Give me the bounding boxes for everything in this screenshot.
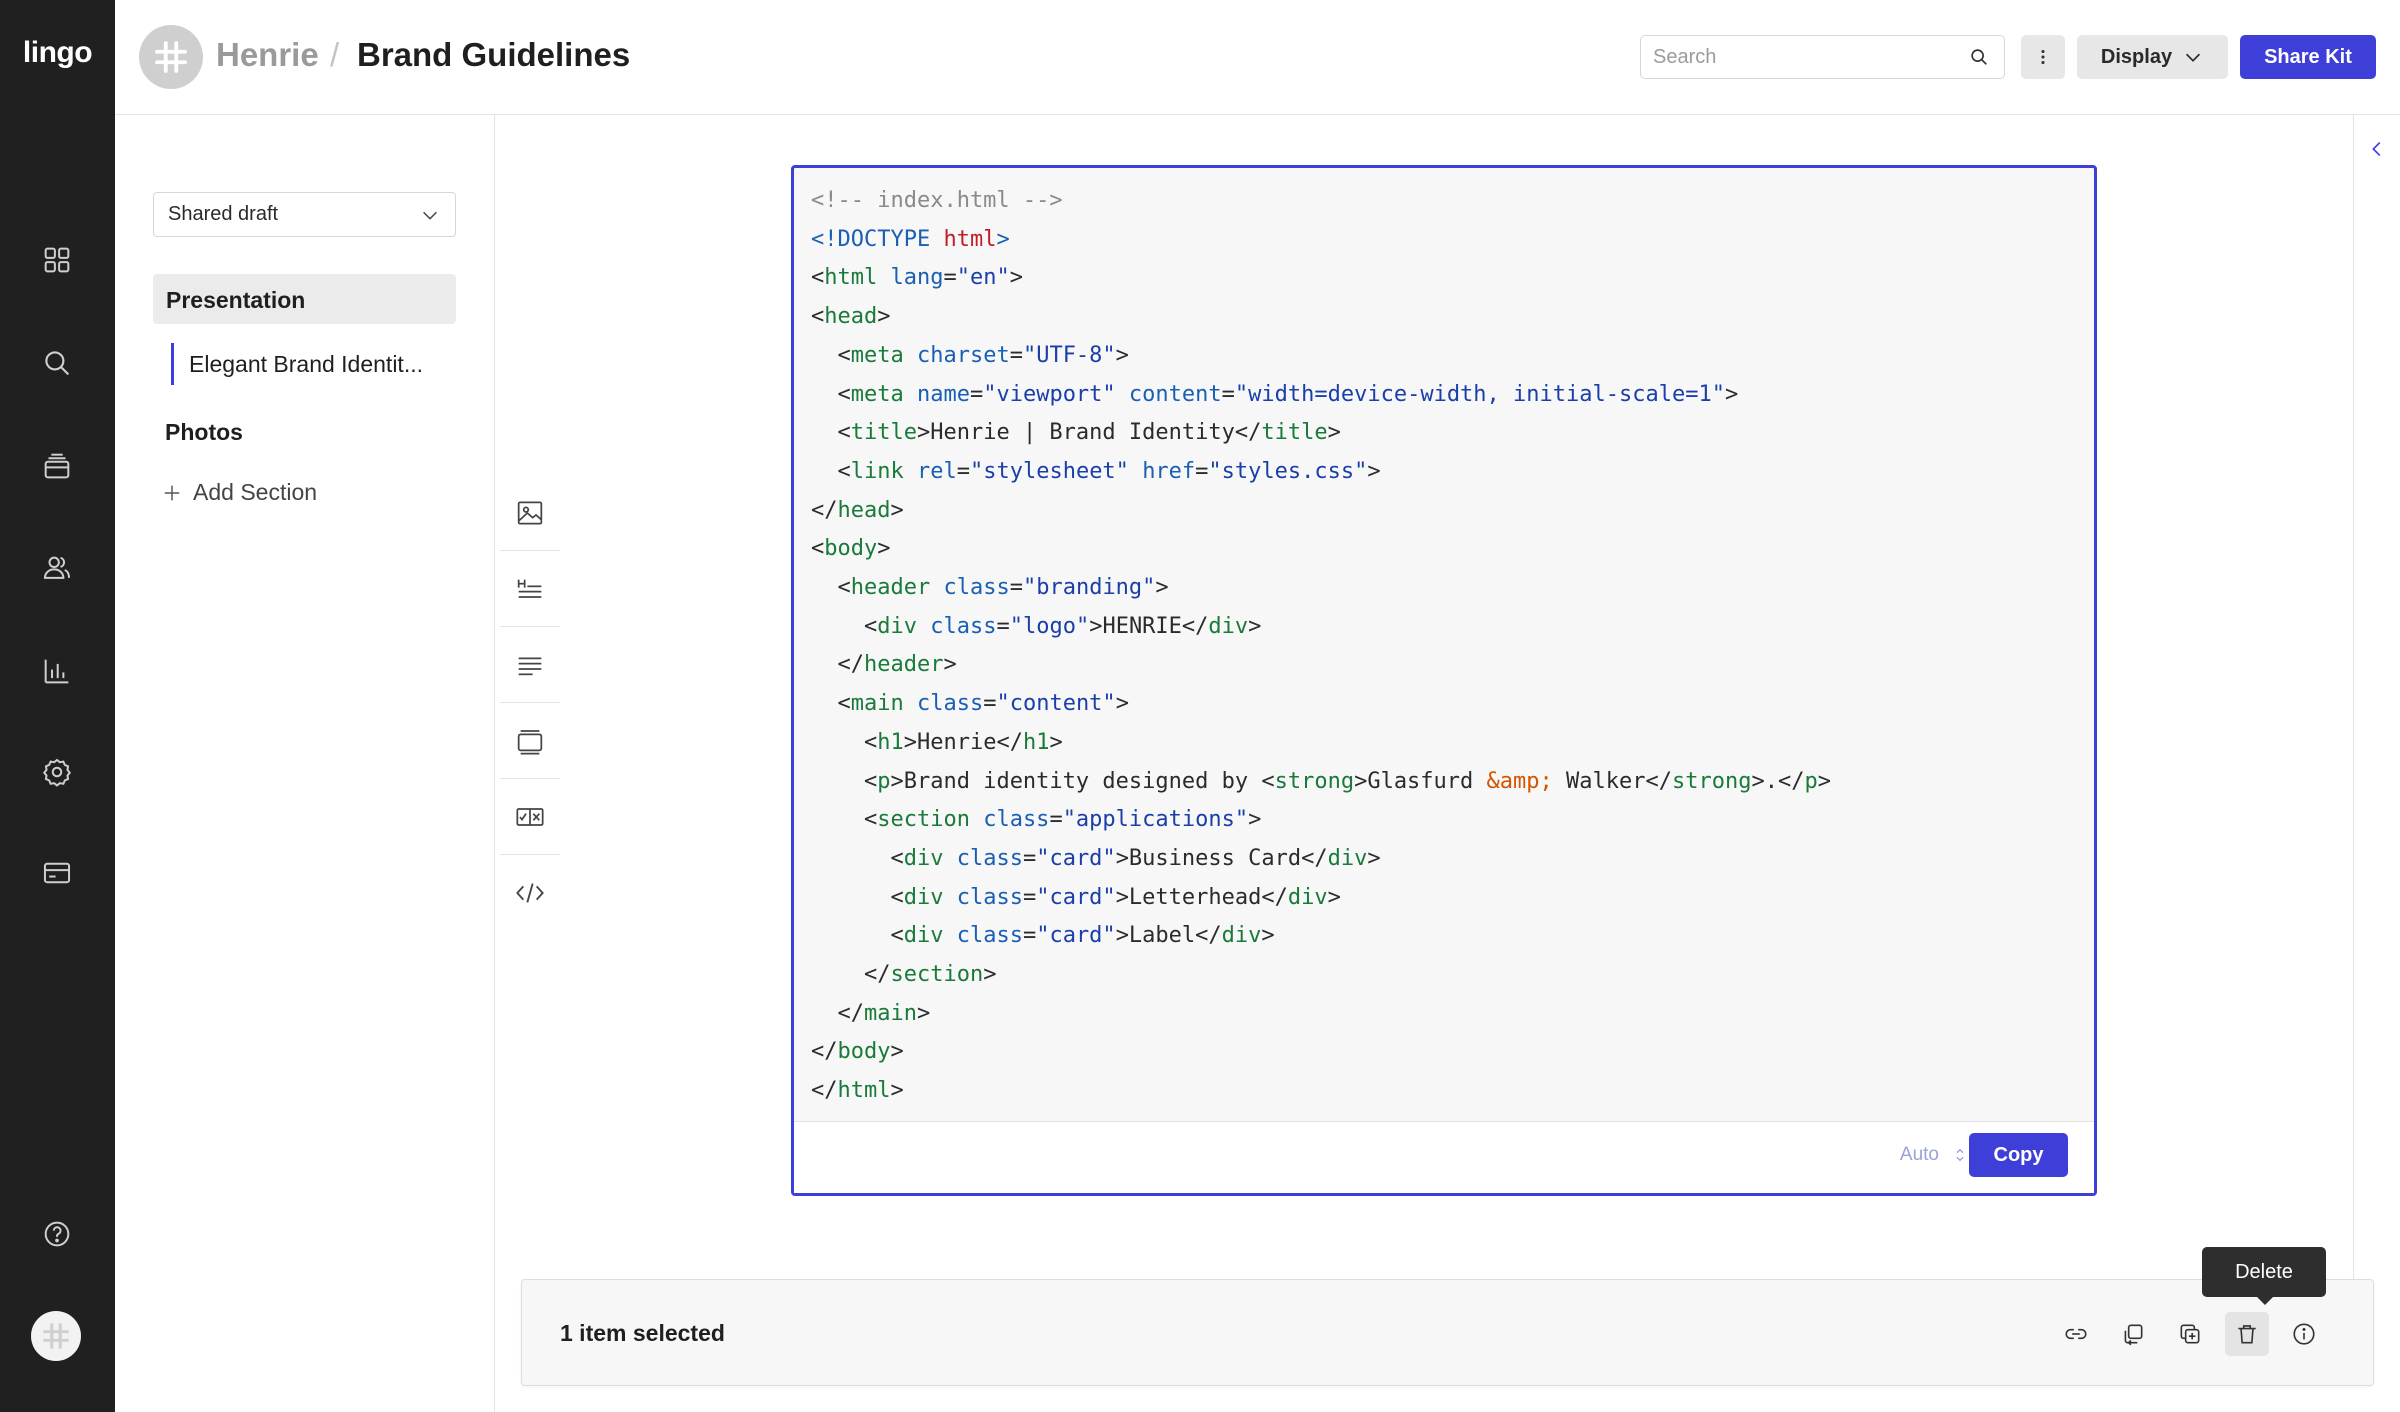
gear-icon[interactable] xyxy=(33,748,81,796)
sidebar-section-presentation[interactable]: Presentation xyxy=(153,274,456,324)
version-select[interactable]: Shared draft xyxy=(153,192,456,237)
breadcrumb-owner[interactable]: Henrie xyxy=(216,36,319,74)
right-panel-divider xyxy=(2353,115,2354,1279)
bar-chart-icon[interactable] xyxy=(33,647,81,695)
selection-count: 1 item selected xyxy=(560,1320,725,1346)
gallery-block-icon[interactable] xyxy=(500,703,560,779)
duplicate-button[interactable] xyxy=(2168,1312,2212,1356)
display-button[interactable]: Display xyxy=(2077,35,2228,79)
language-select[interactable]: Auto xyxy=(1900,1144,1969,1166)
chevron-down-icon xyxy=(2186,53,2201,62)
trash-icon xyxy=(2238,1325,2256,1344)
heading-block-icon[interactable] xyxy=(500,551,560,627)
add-section-button[interactable]: Add Section xyxy=(161,479,317,506)
add-section-label: Add Section xyxy=(193,479,318,505)
display-label: Display xyxy=(2100,45,2173,68)
code-content[interactable]: <!-- index.html --> <!DOCTYPE html> <htm… xyxy=(811,182,1831,1111)
archive-icon[interactable] xyxy=(33,442,81,490)
app-rail: lingo xyxy=(0,0,115,1412)
guide-block-icon[interactable] xyxy=(500,779,560,855)
search-input[interactable] xyxy=(1653,45,1966,69)
info-icon xyxy=(2293,1323,2315,1345)
move-icon xyxy=(2124,1324,2143,1346)
search-icon[interactable] xyxy=(1966,44,1992,70)
hash-kit-icon xyxy=(155,41,187,73)
version-value: Shared draft xyxy=(168,203,279,225)
more-options-button[interactable] xyxy=(2021,35,2065,79)
duplicate-icon xyxy=(2180,1324,2200,1344)
code-block[interactable]: <!-- index.html --> <!DOCTYPE html> <htm… xyxy=(791,165,2097,1196)
sidebar-page-item[interactable]: Elegant Brand Identit... xyxy=(171,343,456,385)
copy-link-button[interactable] xyxy=(2054,1312,2098,1356)
updown-chevron-icon xyxy=(1956,1148,1964,1162)
help-icon[interactable] xyxy=(33,1210,81,1258)
kit-avatar xyxy=(139,25,203,89)
delete-button[interactable] xyxy=(2225,1312,2269,1356)
share-kit-button[interactable]: Share Kit xyxy=(2240,35,2376,79)
block-toolbar xyxy=(500,475,560,931)
vertical-dots-icon xyxy=(2041,49,2045,65)
top-bar: Henrie / Brand Guidelines Display Share … xyxy=(115,0,2400,115)
lingo-logo[interactable]: lingo xyxy=(0,36,115,70)
image-block-icon[interactable] xyxy=(500,475,560,551)
kit-sidebar: Shared draft Presentation Elegant Brand … xyxy=(115,115,495,1412)
breadcrumb-separator: / xyxy=(330,36,340,73)
hash-avatar-icon xyxy=(43,1323,69,1349)
billing-card-icon[interactable] xyxy=(33,849,81,897)
plus-icon xyxy=(164,485,180,500)
code-block-icon[interactable] xyxy=(500,855,560,931)
people-icon[interactable] xyxy=(33,544,81,592)
expand-panel-button[interactable] xyxy=(2362,134,2392,164)
chevron-left-icon xyxy=(2372,141,2381,157)
search-icon[interactable] xyxy=(33,339,81,387)
selection-bar: 1 item selected xyxy=(521,1279,2374,1386)
workspace-avatar[interactable] xyxy=(31,1311,81,1361)
copy-button[interactable]: Copy xyxy=(1969,1133,2068,1177)
sidebar-section-photos[interactable]: Photos xyxy=(165,419,243,446)
search-field[interactable] xyxy=(1640,35,2005,79)
library-grid-icon[interactable] xyxy=(33,236,81,284)
move-button[interactable] xyxy=(2111,1312,2155,1356)
link-icon xyxy=(2065,1328,2087,1340)
delete-tooltip: Delete xyxy=(2202,1247,2326,1305)
page-title: Brand Guidelines xyxy=(357,36,631,73)
chevron-down-icon xyxy=(423,211,437,220)
code-block-footer: Auto Copy xyxy=(794,1121,2094,1193)
text-block-icon[interactable] xyxy=(500,627,560,703)
info-button[interactable] xyxy=(2282,1312,2326,1356)
language-value: Auto xyxy=(1899,1144,1939,1165)
